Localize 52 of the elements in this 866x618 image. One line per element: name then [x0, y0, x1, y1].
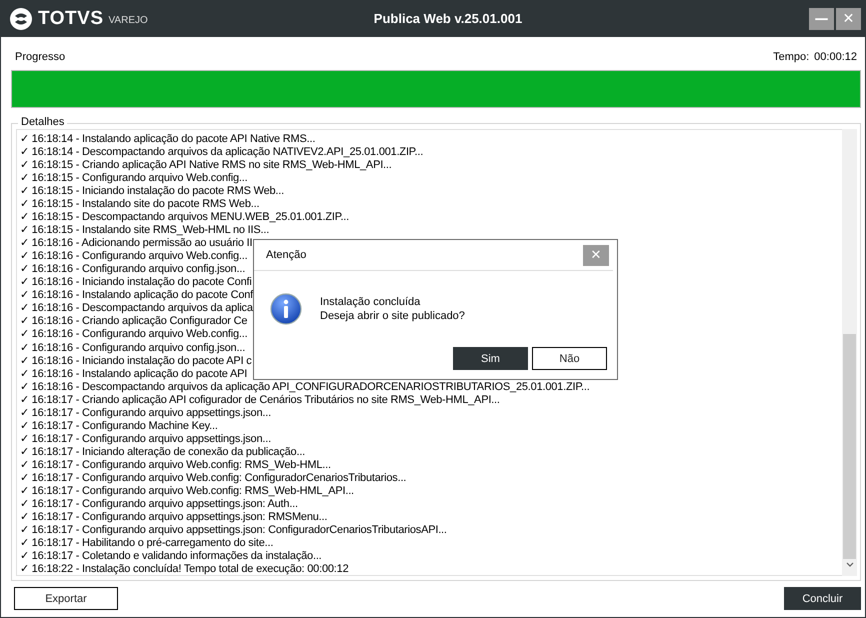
window-title: Publica Web v.25.01.001: [374, 11, 522, 26]
log-line: ✓ 16:18:17 - Configurando arquivo appsettings.json: ConfiguradorCenariosTributariosAPI...: [20, 524, 447, 537]
log-line: ✓ 16:18:16 - Configurando arquivo Web.config...: [20, 328, 248, 342]
log-line: ✓ 16:18:14 - Descompactando arquivos da aplicação NATIVEV2.API_25.01.001.ZIP...: [20, 146, 424, 160]
log-line: ✓ 16:18:17 - Habilitando o pré-carregamento do site...: [20, 536, 274, 550]
log-line: ✓ 16:18:17 - Configurando arquivo appsettings.json...: [20, 406, 271, 420]
dialog-title: Atenção: [266, 249, 306, 261]
log-line: ✓ 16:18:15 - Configurando arquivo Web.config...: [20, 172, 248, 186]
log-line: ✓ 16:18:16 - Adicionando permissão ao usuário II: [20, 237, 252, 250]
log-line: ✓ 16:18:15 - Instalando site RMS_Web-HML no IIS...: [20, 224, 270, 238]
log-line: ✓ 16:18:15 - Iniciando instalação do pacote RMS Web...: [20, 185, 284, 198]
log-line: ✓ 16:18:16 - Descompactando arquivos da aplica: [20, 302, 253, 316]
log-line: ✓ 16:18:15 - Instalando site do pacote RMS Web...: [20, 198, 260, 212]
scrollbar[interactable]: [842, 129, 857, 576]
logo-icon: [9, 6, 33, 30]
log-line: ✓ 16:18:16 - Configurando arquivo Web.config...: [20, 250, 248, 264]
log-line: ✓ 16:18:22 - Instalação concluída! Tempo total de execução: 00:00:12: [20, 563, 348, 575]
progress-label: Progresso: [15, 51, 66, 63]
log-line: ✓ 16:18:16 - Configurando arquivo config.json...: [20, 263, 246, 276]
log-line: ✓ 16:18:17 - Configurando arquivo appsettings.json...: [20, 432, 271, 446]
dialog-message: Instalação concluída: [320, 296, 422, 308]
log-line: ✓ 16:18:14 - Instalando aplicação do pacote API Native RMS...: [20, 133, 316, 146]
log-line: ✓ 16:18:17 - Configurando arquivo appsettings.json: Auth...: [20, 498, 298, 511]
log-line: ✓ 16:18:17 - Coletando e validando informações da instalação...: [20, 550, 322, 564]
time-value: 00:00:12: [814, 51, 857, 63]
no-button[interactable]: Não: [532, 347, 607, 370]
log-line: ✓ 16:18:16 - Descompactando arquivos da aplicação API_CONFIGURADORCENARIOSTRIBUTARIOS_25.01.001.ZIP...: [20, 380, 590, 394]
log-line: ✓ 16:18:16 - Instalando aplicação do pacote Conf: [20, 289, 254, 302]
time-label: Tempo:: [773, 51, 810, 63]
brand-subtitle: VAREJO: [108, 14, 148, 26]
info-icon: [270, 293, 302, 325]
brand-name: TOTVS: [38, 8, 104, 30]
dialog-message: Deseja abrir o site publicado?: [320, 310, 465, 322]
log-line: ✓ 16:18:17 - Configurando arquivo Web.config: RMS_Web-HML...: [20, 458, 331, 472]
yes-button[interactable]: Sim: [453, 347, 528, 370]
log-line: ✓ 16:18:17 - Criando aplicação API cofigurador de Cenários Tributários no site RMS_Web-HML_API...: [20, 394, 500, 407]
log-line: ✓ 16:18:17 - Configurando Machine Key...: [20, 420, 218, 433]
export-button[interactable]: Exportar: [14, 587, 118, 610]
log-line: ✓ 16:18:16 - Iniciando instalação do pacote API c: [20, 354, 252, 368]
log-line: ✓ 16:18:17 - Configurando arquivo appsettings.json: RMSMenu...: [20, 510, 328, 524]
log-line: ✓ 16:18:16 - Configurando arquivo config.json...: [20, 342, 246, 355]
log-line: ✓ 16:18:15 - Descompactando arquivos MENU.WEB_25.01.001.ZIP...: [20, 211, 350, 224]
scroll-down-icon[interactable]: [846, 562, 854, 568]
log-line: ✓ 16:18:17 - Iniciando alteração de conexão da publicação...: [20, 446, 306, 459]
log-line: ✓ 16:18:15 - Criando aplicação API Native RMS no site RMS_Web-HML_API...: [20, 159, 392, 172]
log-line: ✓ 16:18:16 - Instalando aplicação do pacote API: [20, 368, 248, 381]
log-line: ✓ 16:18:17 - Configurando arquivo Web.config: ConfiguradorCenariosTributarios...: [20, 472, 406, 485]
log-line: ✓ 16:18:17 - Configurando arquivo Web.config: RMS_Web-HML_API...: [20, 484, 354, 498]
log-line: ✓ 16:18:16 - Criando aplicação Configurador Ce: [20, 315, 248, 328]
finish-button[interactable]: Concluir: [784, 587, 861, 610]
details-legend: Detalhes: [18, 116, 68, 128]
log-line: ✓ 16:18:16 - Iniciando instalação do pacote Confi: [20, 276, 252, 290]
